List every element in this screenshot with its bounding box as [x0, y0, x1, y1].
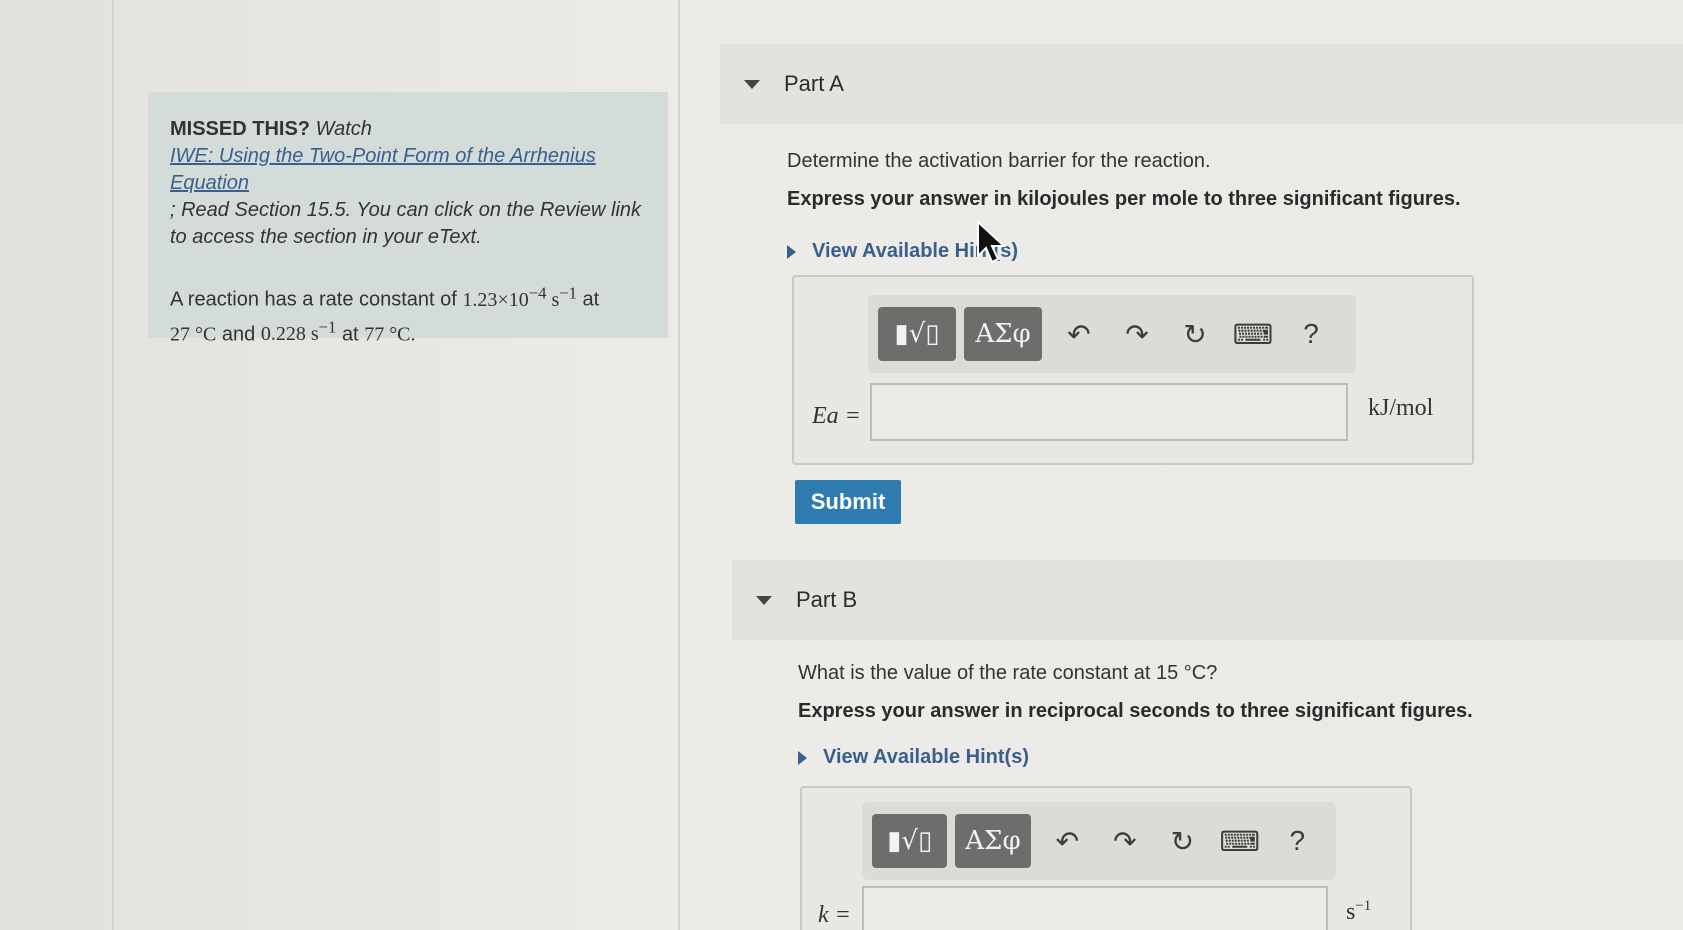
k1-value: 1.23×10−4 s−1	[462, 283, 577, 311]
missed-this-line: MISSED THIS? Watch	[170, 116, 646, 143]
ea-label: Ea =	[812, 403, 861, 429]
part-b-hint-label: View Available Hint(s)	[823, 746, 1029, 768]
greek-symbols-button[interactable]: ΑΣφ	[964, 307, 1042, 361]
keyboard-icon[interactable]: ⌨	[1224, 307, 1282, 361]
read-section-text: ; Read Section 15.5. You can click on th…	[170, 199, 642, 248]
part-a-question: Determine the activation barrier for the…	[787, 150, 1211, 172]
templates-button[interactable]: ▮√▯	[878, 307, 956, 361]
problem-info-box: MISSED THIS? Watch IWE: Using the Two-Po…	[148, 92, 668, 345]
part-a-title: Part A	[784, 71, 844, 96]
undo-icon[interactable]: ↶	[1050, 307, 1108, 361]
video-link[interactable]: IWE: Using the Two-Point Form of the Arr…	[170, 143, 646, 197]
submit-button[interactable]: Submit	[795, 480, 901, 524]
part-b-math-toolbar: ▮√▯ ΑΣφ ↶ ↷ ↻ ⌨ ?	[862, 802, 1336, 880]
column-divider	[678, 0, 680, 930]
t1-value: 27 °C	[170, 323, 217, 346]
help-icon[interactable]: ?	[1282, 307, 1340, 361]
k-input[interactable]	[862, 886, 1328, 930]
expand-triangle-icon	[787, 244, 796, 259]
at-text-2: at	[341, 323, 359, 346]
mouse-cursor-icon	[977, 220, 1007, 264]
page: MISSED THIS? Watch IWE: Using the Two-Po…	[0, 0, 1683, 930]
part-b-hint-link[interactable]: View Available Hint(s)	[798, 746, 1029, 769]
part-b-question: What is the value of the rate constant a…	[798, 662, 1218, 684]
k-label: k =	[818, 902, 851, 928]
ea-unit: kJ/mol	[1368, 395, 1434, 421]
problem-statement: A reaction has a rate constant of 1.23×1…	[170, 279, 646, 348]
undo-icon[interactable]: ↶	[1039, 814, 1096, 868]
greek-symbols-button[interactable]: ΑΣφ	[955, 814, 1031, 868]
t2-value: 77 °C.	[364, 323, 416, 346]
part-a-math-toolbar: ▮√▯ ΑΣφ ↶ ↷ ↻ ⌨ ?	[868, 295, 1356, 373]
part-b-header[interactable]: Part B	[732, 560, 1683, 640]
left-divider	[112, 0, 114, 930]
reset-icon[interactable]: ↻	[1154, 814, 1211, 868]
expand-triangle-icon	[798, 750, 807, 765]
collapse-caret-icon[interactable]	[756, 595, 772, 605]
watch-label: Watch	[315, 118, 372, 140]
part-b-title: Part B	[796, 587, 858, 612]
collapse-caret-icon[interactable]	[744, 79, 760, 89]
help-icon[interactable]: ?	[1269, 814, 1326, 868]
keyboard-icon[interactable]: ⌨	[1211, 814, 1268, 868]
redo-icon[interactable]: ↷	[1108, 307, 1166, 361]
k-unit: s−1	[1346, 898, 1372, 925]
problem-prefix: A reaction has a rate constant of	[170, 288, 457, 311]
part-a-header[interactable]: Part A	[720, 44, 1683, 124]
redo-icon[interactable]: ↷	[1096, 814, 1153, 868]
reset-icon[interactable]: ↻	[1166, 307, 1224, 361]
templates-button[interactable]: ▮√▯	[872, 814, 948, 868]
ea-input[interactable]	[870, 383, 1348, 441]
missed-label: MISSED THIS?	[170, 118, 311, 140]
and-text: and	[221, 323, 256, 346]
k2-value: 0.228 s−1	[260, 317, 337, 346]
part-a-instruction: Express your answer in kilojoules per mo…	[787, 188, 1461, 210]
part-b-instruction: Express your answer in reciprocal second…	[798, 700, 1473, 722]
at-text-1: at	[582, 288, 600, 311]
